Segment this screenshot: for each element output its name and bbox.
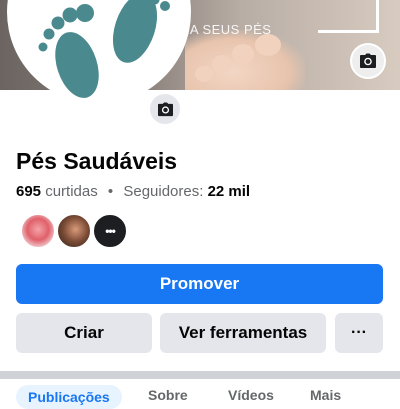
cover-caption: RA SEUS PÉS <box>180 22 272 37</box>
view-tools-button[interactable]: Ver ferramentas <box>160 313 326 353</box>
create-button[interactable]: Criar <box>16 313 152 353</box>
more-friends-button[interactable]: ••• <box>92 213 128 249</box>
cover-frame-line <box>318 0 379 33</box>
stats-separator: • <box>107 183 114 200</box>
page-title: Pés Saudáveis <box>16 148 178 174</box>
edit-profile-picture-button[interactable] <box>148 92 182 126</box>
more-dots-icon: ••• <box>105 224 116 238</box>
more-dots-icon: ··· <box>351 324 367 341</box>
cover-toe <box>232 44 254 64</box>
promote-button[interactable]: Promover <box>16 264 383 304</box>
friend-avatar[interactable] <box>20 213 56 249</box>
profile-tabs: Publicações Sobre Vídeos Mais <box>0 383 400 409</box>
camera-icon <box>157 101 173 116</box>
followers-count: 22 mil <box>207 183 251 200</box>
likes-count: 695 <box>16 183 42 200</box>
tab-posts[interactable]: Publicações <box>16 385 122 409</box>
page-stats: 695 curtidas • Seguidores: 22 mil <box>16 183 250 200</box>
tab-about[interactable]: Sobre <box>148 387 188 403</box>
cover-toe <box>255 34 281 56</box>
tab-videos[interactable]: Vídeos <box>228 387 274 403</box>
followers-label: Seguidores: <box>123 183 204 200</box>
likes-label: curtidas <box>45 183 98 200</box>
cover-toe <box>195 66 213 82</box>
more-options-button[interactable]: ··· <box>335 313 383 353</box>
edit-cover-button[interactable] <box>350 43 386 79</box>
cover-toe <box>212 55 232 73</box>
tab-more[interactable]: Mais <box>310 387 341 403</box>
section-divider <box>0 371 400 379</box>
friend-avatar[interactable] <box>56 213 92 249</box>
camera-icon <box>360 53 376 68</box>
